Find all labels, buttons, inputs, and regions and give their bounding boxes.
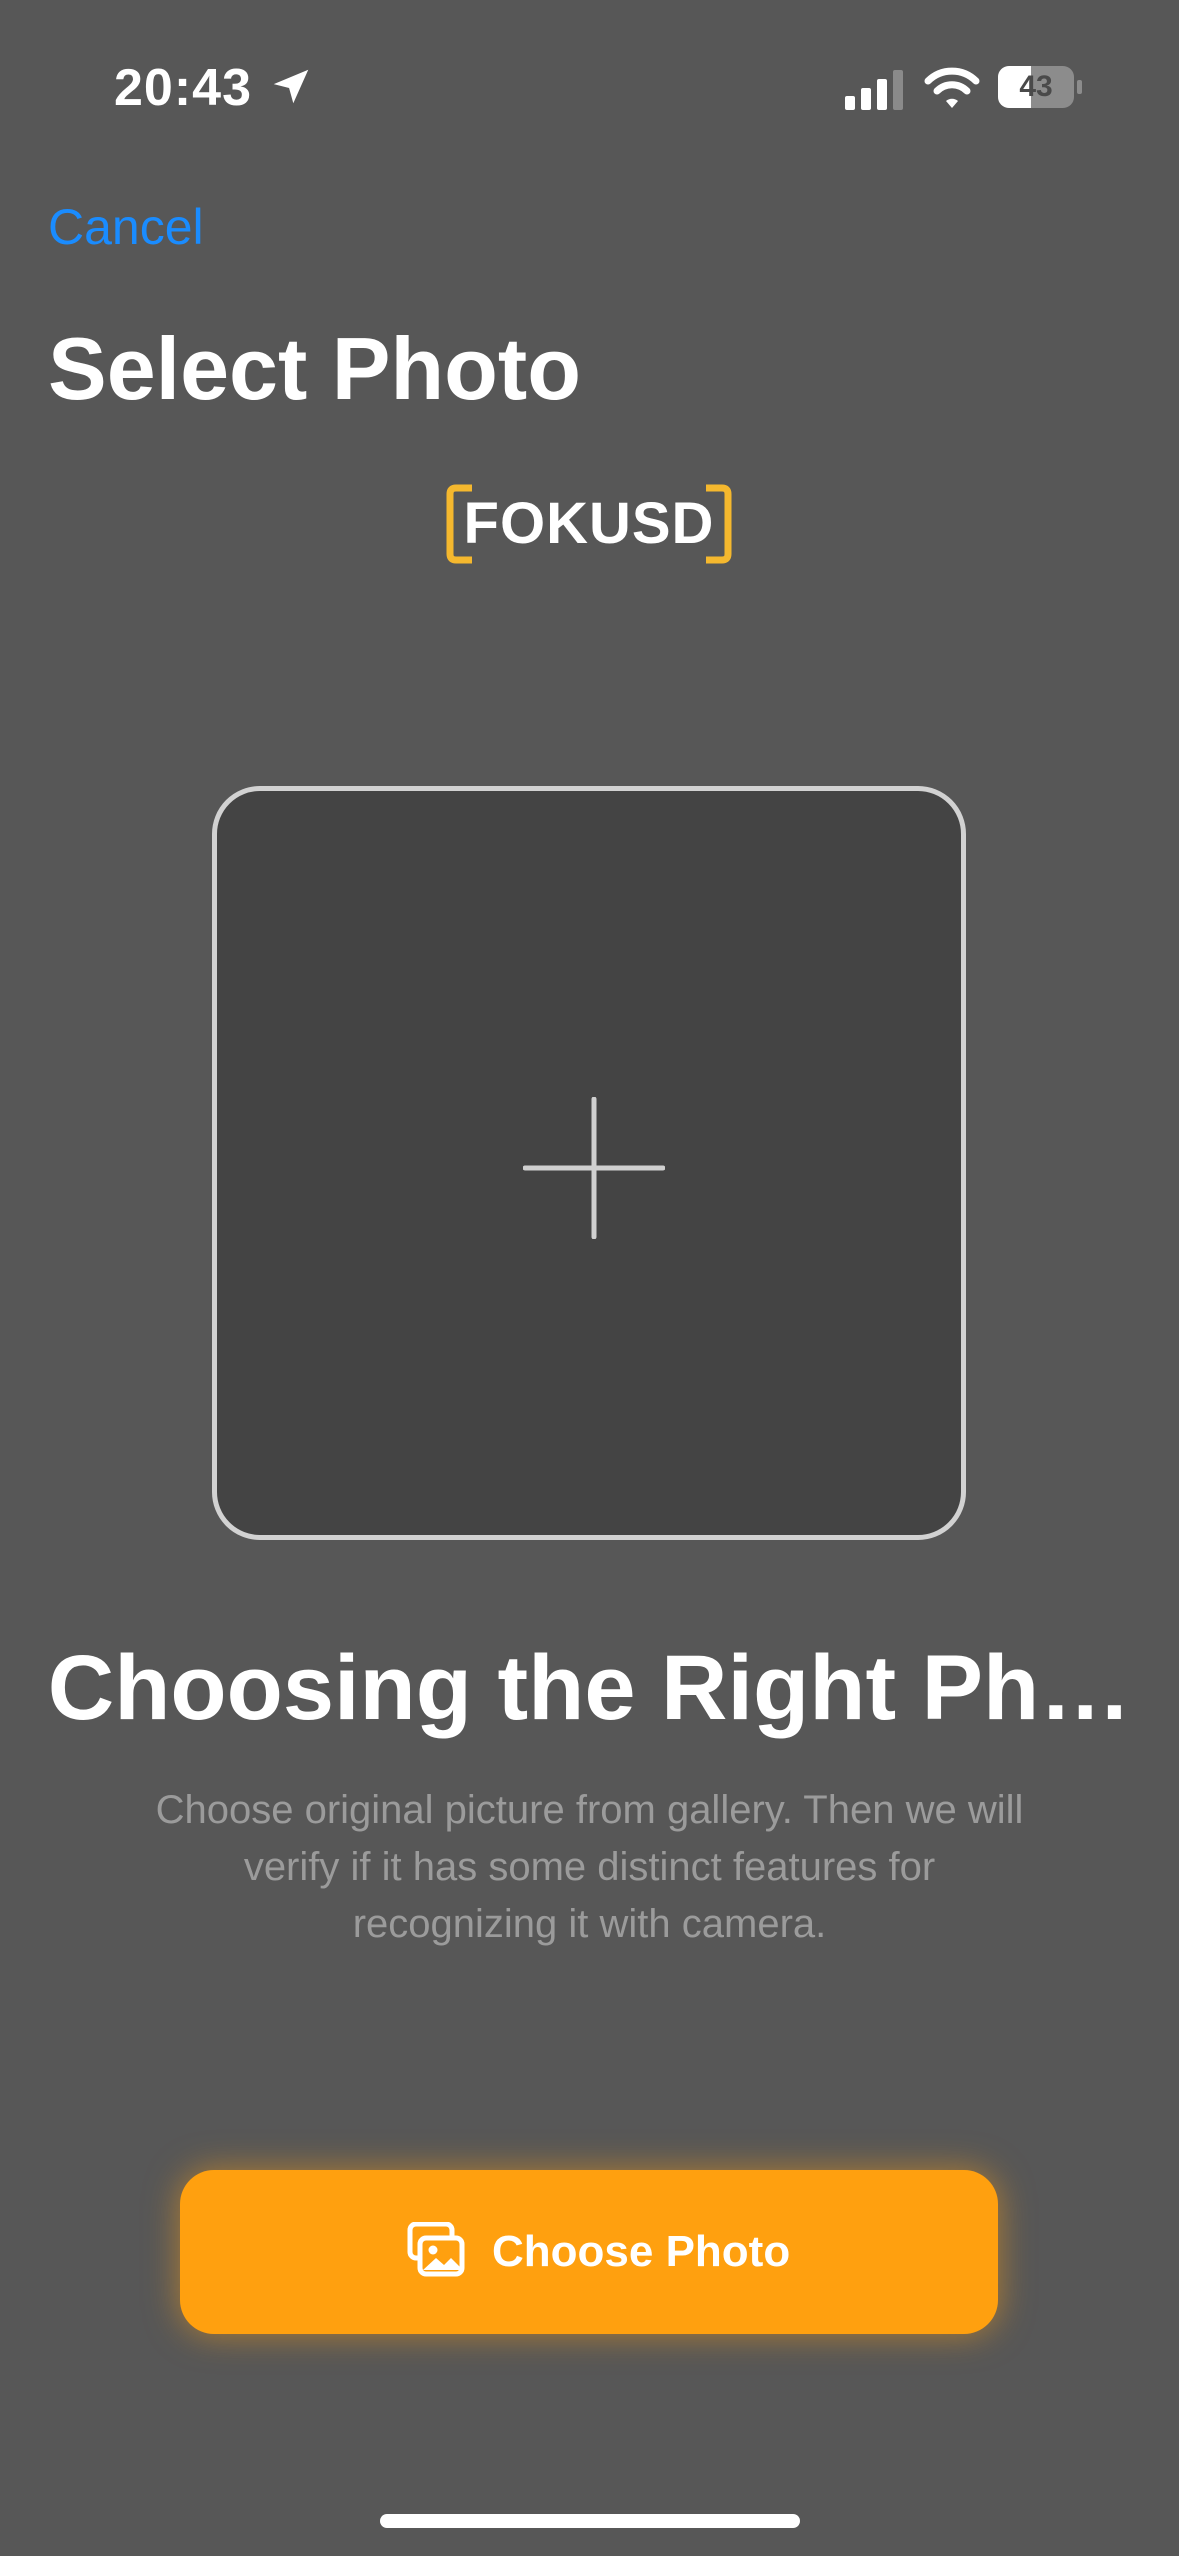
logo-text: FOKUSD — [463, 491, 715, 556]
location-arrow-icon — [273, 69, 309, 104]
home-indicator[interactable] — [380, 2514, 800, 2528]
status-time: 20:43 — [114, 59, 252, 117]
battery-level: 43 — [1019, 70, 1053, 103]
cellular-signal-icon — [845, 70, 903, 110]
info-heading: Choosing the Right Ph… — [47, 1637, 1132, 1739]
choose-photo-button[interactable]: Choose Photo — [180, 2170, 998, 2334]
plus-icon — [523, 1097, 665, 1239]
cancel-button[interactable]: Cancel — [48, 198, 204, 256]
wifi-icon — [924, 67, 980, 108]
app-logo: FOKUSD — [444, 484, 734, 564]
photos-icon — [407, 2222, 465, 2277]
select-photo-screen: 20:43 43 Cancel Select Photo FOKUSD Choo… — [0, 0, 1179, 2556]
photo-picker-box[interactable] — [212, 786, 966, 1540]
choose-photo-label: Choose Photo — [492, 2227, 791, 2276]
page-title: Select Photo — [48, 319, 581, 418]
info-description: Choose original picture from gallery. Th… — [155, 1788, 1024, 1946]
